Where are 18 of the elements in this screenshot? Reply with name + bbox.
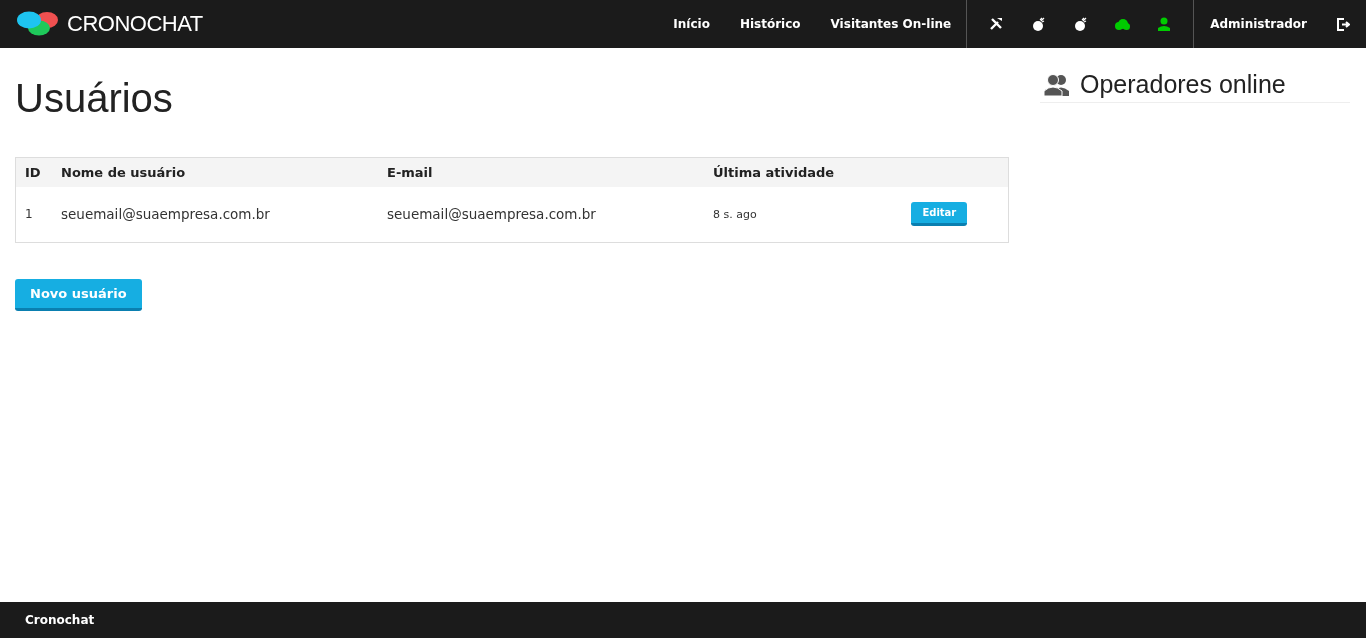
table-cell: 1	[15, 187, 52, 243]
users-icon	[1044, 73, 1070, 96]
table-cell: seuemail@suaempresa.com.br	[52, 187, 378, 243]
logout-icon[interactable]	[1337, 17, 1350, 31]
footer-text: Cronochat	[25, 613, 95, 627]
sidebar-title: Operadores online	[1080, 70, 1286, 99]
table-cell: seuemail@suaempresa.com.br	[378, 187, 704, 243]
page-title: Usuários	[15, 76, 174, 121]
column-header: Nome de usuário	[52, 157, 378, 187]
nav-link[interactable]: Início	[658, 0, 725, 48]
column-header: ID	[15, 157, 52, 187]
user-menu-link[interactable]: Administrador	[1194, 0, 1323, 48]
column-header: E-mail	[378, 157, 704, 187]
brand-name[interactable]: CRONOCHAT	[67, 11, 203, 37]
nav-link[interactable]: Visitantes On-line	[815, 0, 967, 48]
table-cell: 8 s. ago	[704, 187, 903, 243]
column-header: Última atividade	[704, 157, 903, 187]
nav-link[interactable]: Histórico	[724, 0, 816, 48]
